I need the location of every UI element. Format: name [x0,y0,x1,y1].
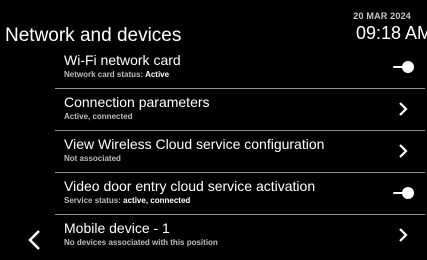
row-title: Connection parameters [64,94,210,110]
row-subtitle: Service status: active, connected [64,196,190,206]
row-mobile-device-1[interactable]: Mobile device - 1 No devices associated … [55,215,425,257]
row-title: View Wireless Cloud service configuratio… [64,136,325,152]
row-video-door-cloud-activation[interactable]: Video door entry cloud service activatio… [55,173,425,215]
back-chevron-left-icon[interactable] [26,229,44,251]
date-label: 20 MAR 2024 [353,11,411,21]
settings-list: Wi-Fi network card Network card status: … [55,47,425,257]
row-subtitle-value: Active [145,70,170,79]
row-connection-parameters[interactable]: Connection parameters Active, connected [55,89,425,131]
row-subtitle: Active, connected [64,112,132,122]
toggle-switch-icon[interactable] [392,60,416,74]
row-wifi-network-card[interactable]: Wi-Fi network card Network card status: … [55,47,425,89]
chevron-right-icon[interactable] [395,227,411,243]
chevron-right-icon[interactable] [395,143,411,159]
row-subtitle-prefix: No devices associated with this position [64,238,218,247]
page-title: Network and devices [5,25,182,46]
row-subtitle-prefix: Not associated [64,154,121,163]
row-subtitle-prefix: Network card status: [64,70,146,79]
row-subtitle: No devices associated with this position [64,238,218,248]
row-subtitle: Network card status: Active [64,70,169,80]
row-title: Wi-Fi network card [64,52,181,68]
row-title: Mobile device - 1 [64,220,170,236]
row-subtitle: Not associated [64,154,121,164]
row-wireless-cloud-configuration[interactable]: View Wireless Cloud service configuratio… [55,131,425,173]
toggle-switch-icon[interactable] [392,186,416,200]
row-subtitle-prefix: Service status: [64,196,124,205]
screen: Network and devices 20 MAR 2024 09:18 AM… [0,0,427,260]
time-label: 09:18 AM [356,23,427,43]
row-subtitle-prefix: Active, connected [64,112,133,121]
row-title: Video door entry cloud service activatio… [64,178,316,194]
chevron-right-icon[interactable] [395,101,411,117]
row-subtitle-value: active, connected [123,196,191,205]
